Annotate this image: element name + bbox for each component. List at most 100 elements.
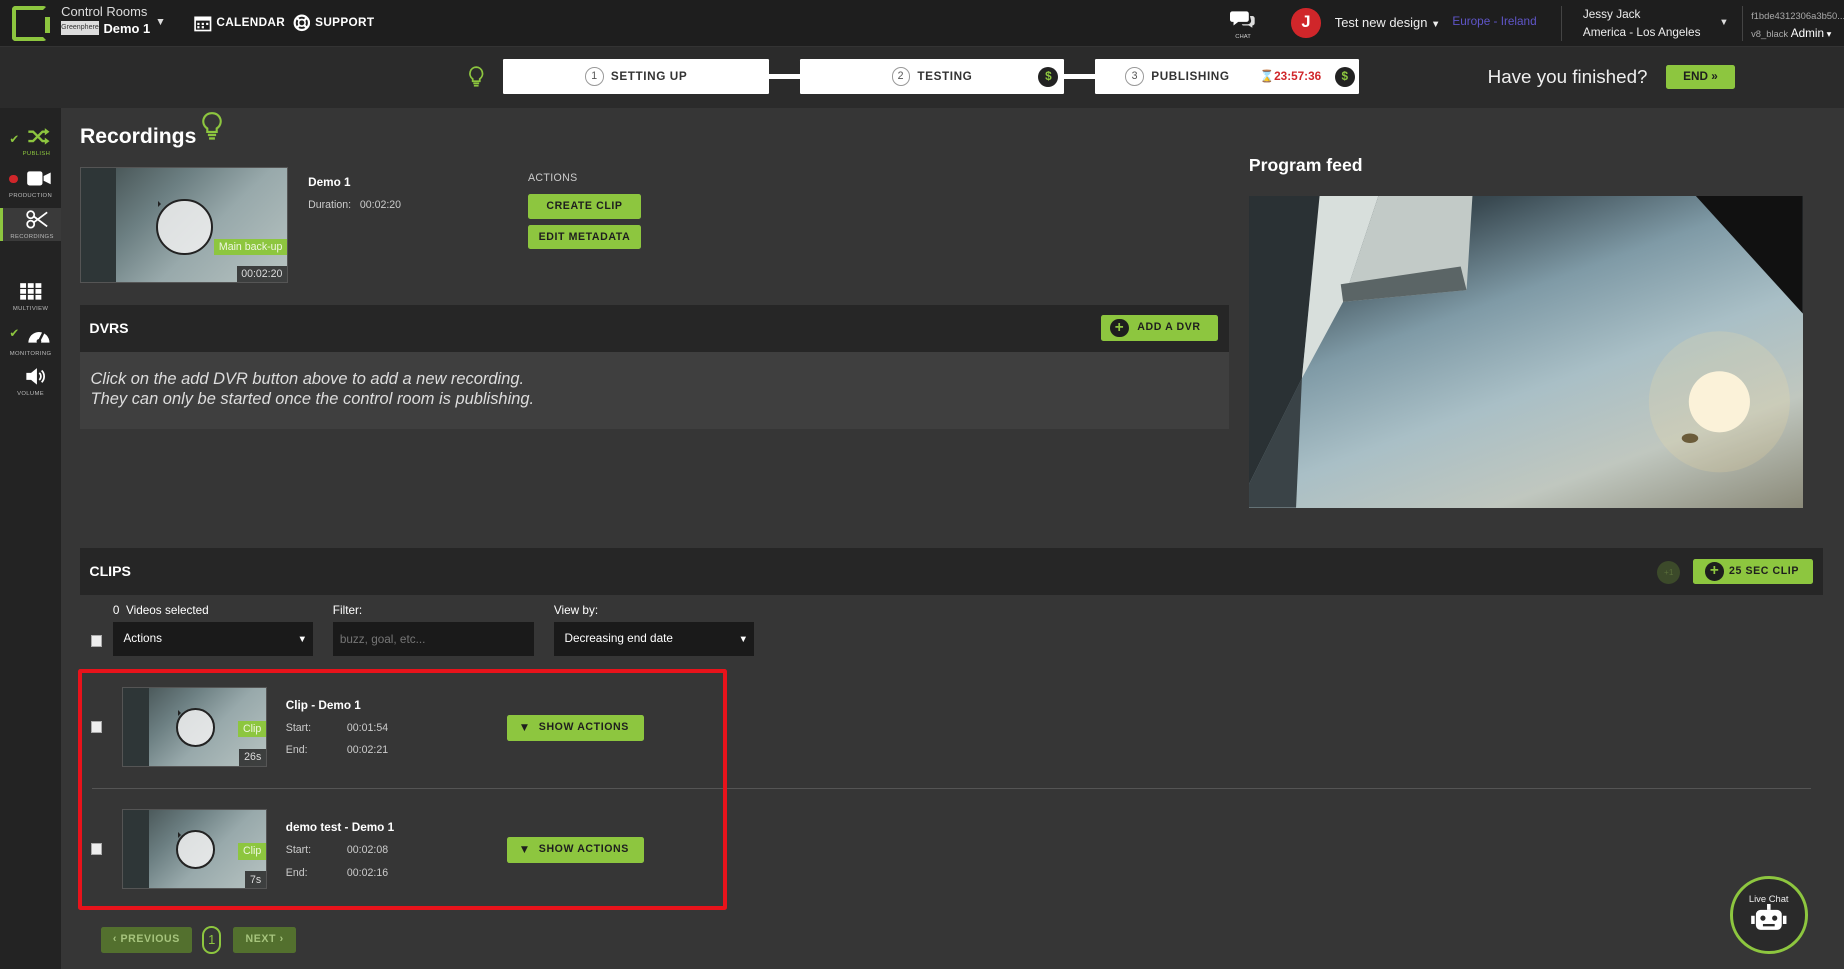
clip-tag: Clip bbox=[238, 720, 266, 738]
app-logo[interactable] bbox=[11, 5, 51, 42]
clip-thumbnail[interactable]: Clip 26s bbox=[122, 686, 267, 767]
sec-clip-button[interactable]: + 25 SEC CLIP bbox=[1693, 558, 1814, 585]
avatar[interactable]: J bbox=[1291, 8, 1321, 38]
chevron-down-icon[interactable]: ▼ bbox=[1719, 16, 1728, 27]
chat-icon bbox=[1230, 11, 1255, 29]
chat-button[interactable]: CHAT bbox=[1230, 9, 1256, 40]
dashboard-gauge-icon bbox=[28, 331, 50, 344]
instance-menu[interactable]: f1bde4312306a3b50... v8_black Admin ▾ bbox=[1751, 7, 1844, 42]
top-bar: Control Rooms Greenphere Demo 1 ▼ CALEND… bbox=[0, 0, 1844, 48]
chevron-down-icon: ▾ bbox=[1826, 27, 1832, 39]
step-setting-up[interactable]: 1 SETTING UP bbox=[503, 58, 770, 95]
double-chevron-right-icon: » bbox=[1711, 69, 1718, 83]
divider bbox=[1560, 5, 1562, 42]
clips-header bbox=[79, 548, 1823, 596]
live-chat-label: Live Chat bbox=[1748, 893, 1789, 905]
sidebar-item-monitoring[interactable]: ✔ MONITORING bbox=[0, 325, 61, 357]
clip-checkbox[interactable] bbox=[90, 843, 103, 855]
instance-id: f1bde4312306a3b50... bbox=[1751, 10, 1844, 22]
sidebar-label: RECORDINGS bbox=[10, 234, 54, 241]
support-link[interactable]: SUPPORT bbox=[293, 14, 375, 32]
recording-name: Demo 1 bbox=[308, 176, 351, 190]
caret-down-icon: ▼ bbox=[518, 721, 531, 734]
actions-select[interactable]: Actions ▼ bbox=[112, 622, 313, 657]
show-actions-button[interactable]: ▼ SHOW ACTIONS bbox=[506, 715, 645, 741]
clip-end-label: End: bbox=[285, 744, 308, 757]
caret-down-icon: ▼ bbox=[297, 633, 307, 645]
step-number: 3 bbox=[1125, 67, 1145, 86]
play-icon[interactable] bbox=[176, 830, 215, 869]
calendar-icon bbox=[194, 16, 212, 32]
chevron-down-icon[interactable]: ▼ bbox=[155, 16, 165, 28]
lightbulb-icon[interactable] bbox=[202, 111, 223, 140]
actions-heading: ACTIONS bbox=[528, 171, 578, 184]
duration-label: Duration: bbox=[308, 198, 352, 211]
role-label: Admin bbox=[1790, 26, 1825, 40]
duration-badge: 00:02:20 bbox=[236, 265, 288, 283]
hourglass-icon: ⌛ bbox=[1259, 70, 1275, 84]
clip-length-badge: 7s bbox=[245, 871, 266, 889]
dvrs-header bbox=[79, 304, 1229, 352]
program-feed-title: Program feed bbox=[1248, 155, 1363, 176]
room-mini-logo: Greenphere bbox=[61, 21, 99, 36]
calendar-link[interactable]: CALENDAR bbox=[194, 14, 285, 32]
dvrs-title: DVRS bbox=[89, 319, 129, 336]
caret-down-icon: ▼ bbox=[738, 633, 748, 645]
clip-length-badge: 26s bbox=[239, 749, 266, 766]
publish-timer: ⌛23:57:36 bbox=[1259, 69, 1321, 83]
clip-thumbnail[interactable]: Clip 7s bbox=[122, 809, 267, 890]
thumb-shadow bbox=[123, 687, 150, 766]
clip-start-label: Start: bbox=[285, 844, 312, 857]
instance-sub: v8_black bbox=[1751, 27, 1789, 39]
sidebar-item-volume[interactable]: VOLUME bbox=[0, 367, 61, 397]
clip-checkbox[interactable] bbox=[90, 720, 103, 733]
clips-title: CLIPS bbox=[89, 563, 131, 580]
control-room-switcher[interactable]: Control Rooms Greenphere Demo 1 bbox=[61, 4, 150, 36]
play-icon[interactable] bbox=[176, 707, 215, 747]
sidebar-label: PRODUCTION bbox=[9, 193, 53, 200]
add-dvr-button[interactable]: + ADD A DVR bbox=[1100, 315, 1219, 342]
dollar-icon: $ bbox=[1334, 67, 1355, 88]
design-selector[interactable]: Test new design ▼ bbox=[1335, 15, 1441, 30]
program-feed-frame bbox=[1248, 196, 1803, 509]
filter-label: Filter: bbox=[332, 604, 363, 618]
previous-page-button[interactable]: ‹ PREVIOUS bbox=[101, 926, 192, 953]
support-label: SUPPORT bbox=[315, 16, 375, 30]
select-all-checkbox[interactable] bbox=[90, 635, 103, 647]
clip-end-value: 00:02:16 bbox=[346, 866, 389, 879]
page-number[interactable]: 1 bbox=[202, 925, 222, 954]
edit-metadata-button[interactable]: EDIT METADATA bbox=[528, 224, 641, 250]
clip-name: demo test - Demo 1 bbox=[285, 820, 395, 834]
sidebar-label: VOLUME bbox=[17, 390, 45, 397]
sidebar-item-publish[interactable]: ✔ PUBLISH bbox=[0, 127, 61, 157]
viewby-label: View by: bbox=[553, 604, 599, 618]
robot-icon bbox=[1751, 904, 1787, 931]
filter-input[interactable] bbox=[332, 622, 534, 657]
sidebar-item-production[interactable]: PRODUCTION bbox=[0, 169, 61, 199]
actions-select-value: Actions bbox=[123, 632, 163, 646]
lightbulb-icon[interactable] bbox=[468, 66, 484, 87]
clip-tag: Clip bbox=[238, 843, 266, 860]
live-chat-button[interactable]: Live Chat bbox=[1729, 876, 1808, 954]
chevron-down-icon: ▼ bbox=[1431, 18, 1441, 30]
sidebar-item-recordings[interactable]: RECORDINGS bbox=[0, 208, 62, 242]
recording-thumbnail[interactable]: Main back-up 00:02:20 bbox=[79, 166, 289, 284]
user-menu[interactable]: Jessy Jack America - Los Angeles bbox=[1583, 6, 1701, 41]
step-testing[interactable]: 2 TESTING bbox=[799, 58, 1065, 95]
step-connector bbox=[769, 74, 800, 79]
step-label: SETTING UP bbox=[610, 69, 688, 83]
show-actions-label: SHOW ACTIONS bbox=[538, 721, 629, 733]
clip-end-label: End: bbox=[285, 866, 308, 879]
end-button[interactable]: END » bbox=[1666, 64, 1735, 90]
timer-value: 23:57:36 bbox=[1274, 70, 1322, 84]
show-actions-button[interactable]: ▼ SHOW ACTIONS bbox=[506, 837, 645, 864]
create-clip-button[interactable]: CREATE CLIP bbox=[528, 194, 641, 219]
play-icon[interactable] bbox=[156, 198, 213, 255]
step-label: PUBLISHING bbox=[1151, 69, 1230, 83]
selected-label: Videos selected bbox=[125, 604, 209, 618]
next-page-button[interactable]: NEXT › bbox=[232, 926, 297, 953]
program-feed-video[interactable] bbox=[1248, 196, 1803, 509]
sidebar-item-multiview[interactable]: MULTIVIEW bbox=[0, 282, 61, 312]
user-name: Jessy Jack bbox=[1582, 7, 1641, 21]
viewby-select[interactable]: Decreasing end date ▼ bbox=[553, 622, 754, 657]
